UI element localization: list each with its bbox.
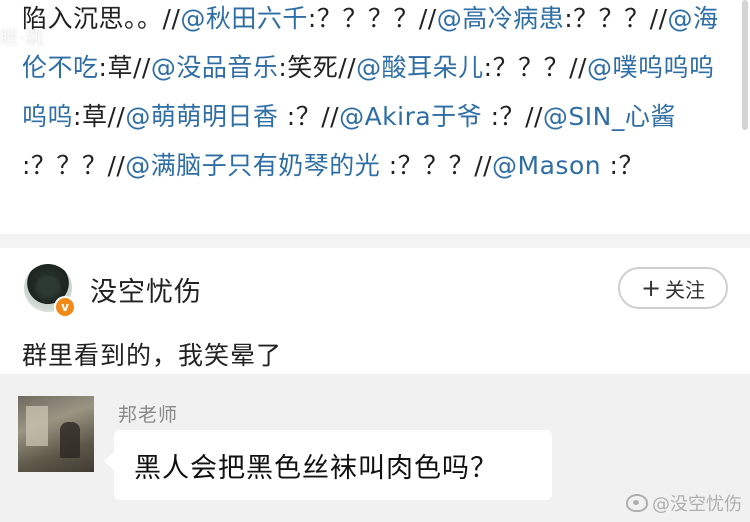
chat-sender-name: 邦老师 (118, 404, 179, 426)
retweet-segment: // (418, 4, 437, 33)
retweet-segment: // (132, 53, 151, 82)
retweet-segment: // (338, 53, 357, 82)
retweet-segment: :？ (278, 102, 322, 131)
retweet-segment: // (474, 151, 493, 180)
mention-link[interactable]: @Akira于爷 (339, 102, 482, 131)
mention-link[interactable]: @秋田六千 (180, 4, 308, 33)
retweet-segment: // (569, 53, 587, 82)
watermark-bottom: @没空忧伤 (626, 490, 742, 516)
comment-text: 群里看到的，我笑晕了 (22, 341, 283, 370)
retweet-segment: // (321, 102, 340, 131)
retweet-segment: :？ (482, 102, 526, 131)
chat-message: 黑人会把黑色丝袜叫肉色吗？ (134, 452, 498, 484)
retweet-segment: :？？？ (380, 151, 475, 180)
retweet-segment: :笑死 (278, 53, 339, 82)
mention-link[interactable]: @高冷病患 (437, 4, 565, 33)
mention-link[interactable]: @没品音乐 (151, 53, 279, 82)
mention-link[interactable]: @萌萌明日香 (125, 102, 278, 131)
retweet-segment: // (107, 151, 126, 180)
verified-badge-icon: v (54, 296, 76, 318)
retweet-segment: :草 (73, 102, 108, 131)
follow-button[interactable]: + 关注 (618, 267, 728, 309)
section-divider (0, 234, 750, 248)
retweet-segment: :草 (98, 53, 133, 82)
retweet-segment: :？ (601, 151, 644, 180)
mention-link[interactable]: @Mason (492, 151, 601, 180)
retweet-segment: :？？？？ (307, 4, 419, 33)
plus-icon: + (640, 274, 662, 302)
watermark-bottom-text: @没空忧伤 (652, 494, 742, 515)
weibo-post-screen: 陷入沉思。。//@秋田六千:？？？？//@高冷病患:？？？//@海伦不吃:草//… (0, 0, 750, 522)
retweet-chain: 陷入沉思。。//@秋田六千:？？？？//@高冷病患:？？？//@海伦不吃:草//… (0, 0, 750, 234)
comment-card: v 没空忧伤 + 关注 群里看到的，我笑晕了 邦老师 黑人会把黑色丝袜叫肉色吗？… (0, 248, 750, 522)
chat-avatar (18, 396, 94, 472)
retweet-segment: :？？？ (483, 53, 570, 82)
mention-link[interactable]: @满脑子只有奶琴的光 (125, 151, 380, 180)
retweet-segment: :？？？ (564, 4, 650, 33)
weibo-icon (626, 494, 648, 512)
retweet-segment: // (107, 102, 126, 131)
retweet-segment: // (525, 102, 543, 131)
retweet-segment: // (649, 4, 668, 33)
username[interactable]: 没空忧伤 (90, 270, 202, 309)
follow-label: 关注 (665, 277, 706, 302)
chat-bubble: 黑人会把黑色丝袜叫肉色吗？ (104, 430, 552, 500)
retweet-text: 陷入沉思。。//@秋田六千:？？？？//@高冷病患:？？？//@海伦不吃:草//… (22, 0, 732, 190)
retweet-segment: :？？？ (22, 151, 108, 180)
retweet-segment: // (162, 4, 181, 33)
mention-link[interactable]: @SIN_心酱 (543, 102, 676, 131)
watermark-top: 眠·跳 (0, 28, 45, 49)
mention-link[interactable]: @酸耳朵儿 (356, 53, 484, 82)
scrollbar[interactable] (742, 0, 748, 130)
